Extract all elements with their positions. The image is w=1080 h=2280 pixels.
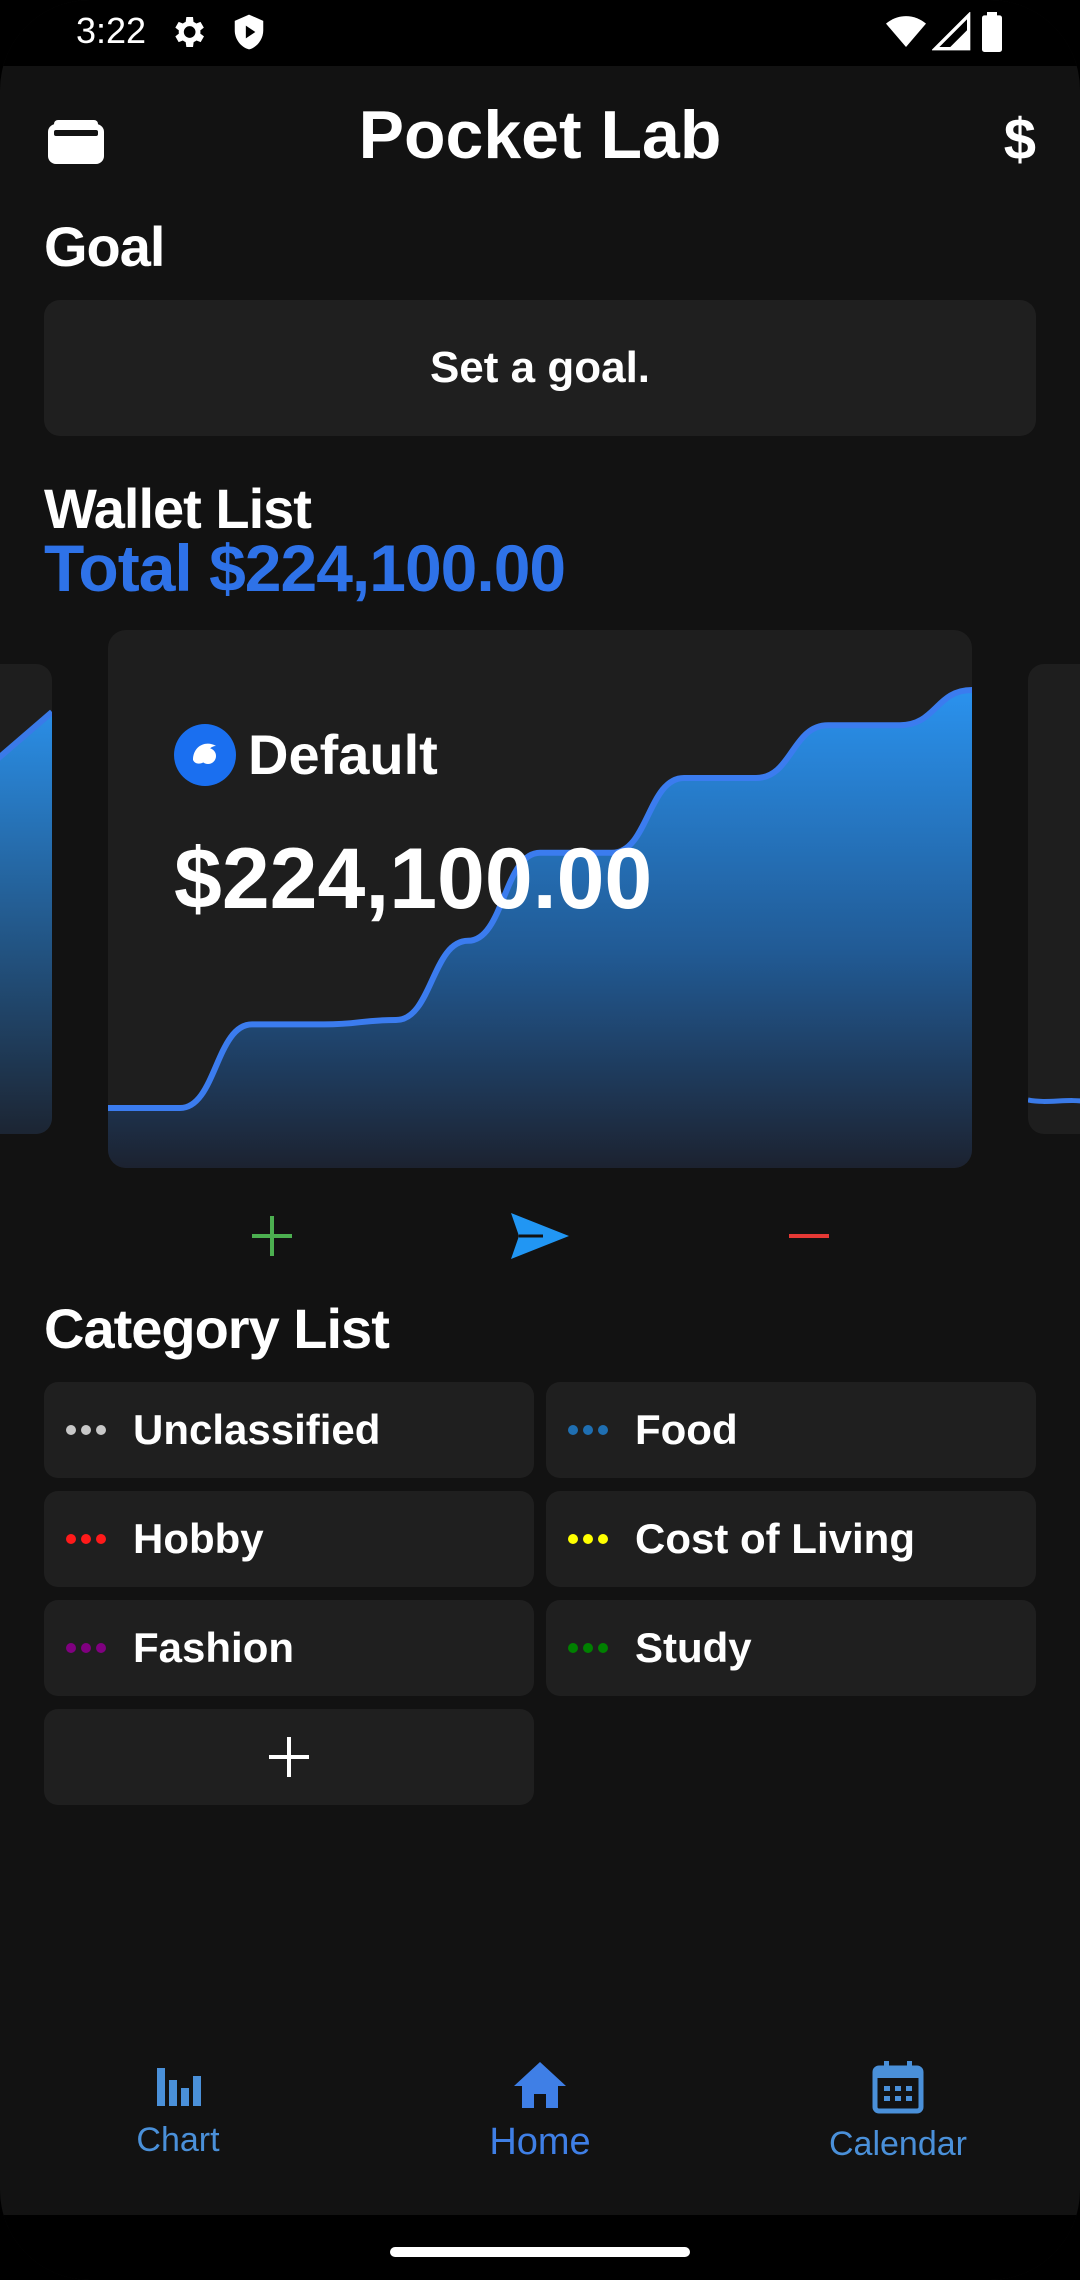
send-icon xyxy=(511,1213,569,1259)
category-chip-food[interactable]: Food xyxy=(546,1382,1036,1478)
category-label: Unclassified xyxy=(133,1406,381,1453)
next-wallet-chart xyxy=(1028,1097,1080,1104)
category-color-dots xyxy=(568,1643,613,1653)
wallet-balance: $224,100.00 xyxy=(174,831,653,927)
settings-icon xyxy=(175,17,204,47)
wifi-icon xyxy=(886,16,926,47)
battery-icon xyxy=(982,12,1002,52)
category-label: Fashion xyxy=(133,1624,295,1671)
category-color-dots xyxy=(66,1534,111,1544)
gesture-bar xyxy=(0,2215,1080,2280)
plus-icon xyxy=(252,1216,292,1256)
goal-section-title: Goal xyxy=(44,215,165,278)
nav-home[interactable]: Home xyxy=(390,2060,690,2164)
plus-icon xyxy=(269,1737,309,1777)
transfer-button[interactable] xyxy=(506,1206,574,1266)
category-chip-fashion[interactable]: Fashion xyxy=(44,1600,534,1696)
nav-home-label: Home xyxy=(489,2121,591,2163)
category-label: Hobby xyxy=(133,1515,264,1562)
wallet-name-row: Default xyxy=(174,722,438,787)
status-time: 3:22 xyxy=(76,10,147,51)
calendar-icon xyxy=(872,2061,924,2114)
category-list-title: Category List xyxy=(44,1297,390,1360)
wallet-logo-icon xyxy=(174,723,236,786)
category-color-dots xyxy=(66,1643,111,1653)
shield-icon xyxy=(234,14,264,50)
category-chip-study[interactable]: Study xyxy=(546,1600,1036,1696)
app-screen: 3:22 Pocket Lab $ Goal Set a goal. Walle… xyxy=(0,0,1080,2280)
wallet-name: Default xyxy=(248,723,438,786)
signal-icon xyxy=(932,12,971,51)
wallet-total: Total $224,100.00 xyxy=(44,531,566,605)
currency-button[interactable]: $ xyxy=(1004,106,1036,173)
category-color-dots xyxy=(66,1425,111,1435)
previous-wallet-chart xyxy=(0,709,52,1134)
bottom-navigation: Chart Home Calendar xyxy=(0,2060,1080,2215)
nav-chart-label: Chart xyxy=(136,2121,220,2159)
home-gesture-handle[interactable] xyxy=(390,2247,690,2257)
category-chip-cost-of-living[interactable]: Cost of Living xyxy=(546,1491,1036,1587)
category-color-dots xyxy=(568,1425,613,1435)
nav-calendar[interactable]: Calendar xyxy=(748,2060,1048,2164)
add-category-button[interactable] xyxy=(44,1709,534,1805)
next-wallet-card[interactable] xyxy=(1028,664,1080,1134)
minus-icon xyxy=(789,1234,829,1238)
nav-chart[interactable]: Chart xyxy=(28,2060,328,2160)
add-income-button[interactable] xyxy=(242,1206,302,1266)
previous-wallet-card[interactable] xyxy=(0,664,52,1134)
bar-chart-icon xyxy=(157,2068,201,2106)
home-icon xyxy=(514,2062,566,2108)
category-chip-hobby[interactable]: Hobby xyxy=(44,1491,534,1587)
set-goal-button[interactable]: Set a goal. xyxy=(44,300,1036,436)
app-header: Pocket Lab $ xyxy=(0,66,1080,216)
category-label: Cost of Living xyxy=(635,1515,915,1562)
category-chip-unclassified[interactable]: Unclassified xyxy=(44,1382,534,1478)
wallet-card[interactable]: Default $224,100.00 xyxy=(108,630,972,1168)
app-title: Pocket Lab xyxy=(358,97,722,173)
add-expense-button[interactable] xyxy=(784,1206,834,1266)
nav-calendar-label: Calendar xyxy=(829,2125,967,2163)
status-bar: 3:22 xyxy=(0,0,1080,66)
category-label: Food xyxy=(635,1406,738,1453)
category-label: Study xyxy=(635,1624,752,1671)
category-color-dots xyxy=(568,1534,613,1544)
